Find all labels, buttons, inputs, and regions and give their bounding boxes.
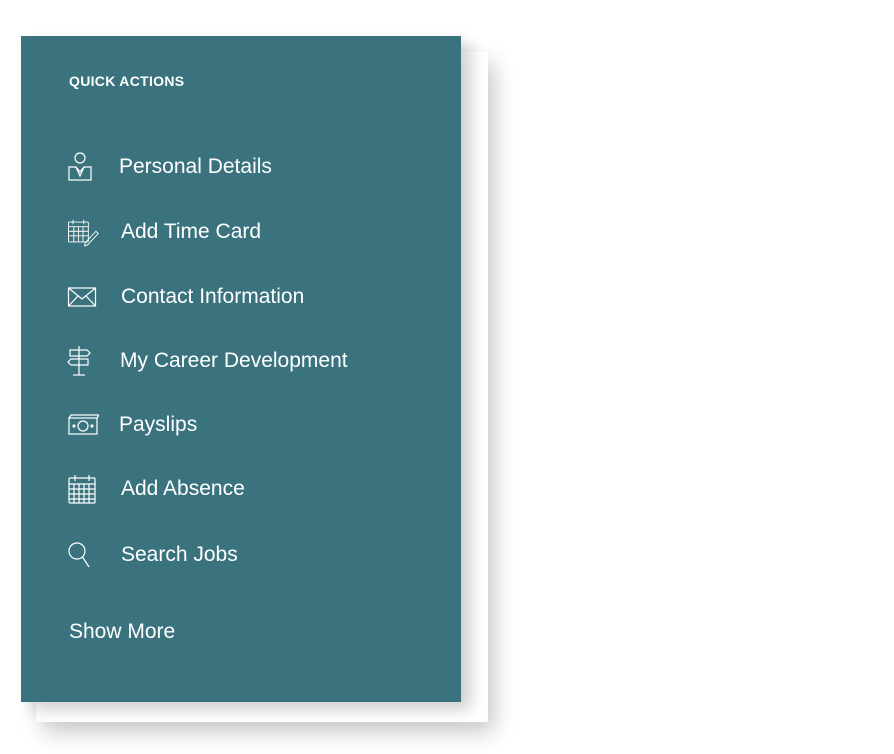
person-icon xyxy=(67,150,99,184)
banknote-icon xyxy=(67,408,99,442)
panel-title: QUICK ACTIONS xyxy=(69,73,185,89)
action-label: Search Jobs xyxy=(121,543,238,566)
search-icon xyxy=(67,538,99,572)
page: QUICK ACTIONS Personal Details Add Time … xyxy=(0,0,894,754)
action-label: Add Time Card xyxy=(121,220,262,243)
action-label: My Career Development xyxy=(120,349,348,372)
quick-actions-panel: QUICK ACTIONS Personal Details Add Time … xyxy=(21,36,461,702)
action-label: Personal Details xyxy=(119,155,272,178)
calendar-icon xyxy=(67,472,99,506)
action-add-time-card[interactable]: Add Time Card xyxy=(67,212,261,252)
action-my-career-development[interactable]: My Career Development xyxy=(67,341,348,381)
calendar-pen-icon xyxy=(67,215,99,249)
show-more-link[interactable]: Show More xyxy=(69,620,175,644)
action-label: Payslips xyxy=(119,413,198,436)
action-payslips[interactable]: Payslips xyxy=(67,405,197,445)
action-contact-information[interactable]: Contact Information xyxy=(67,277,304,317)
action-label: Contact Information xyxy=(121,285,305,308)
action-personal-details[interactable]: Personal Details xyxy=(67,147,272,187)
signpost-icon xyxy=(67,344,99,378)
action-add-absence[interactable]: Add Absence xyxy=(67,469,245,509)
envelope-icon xyxy=(67,280,99,314)
action-label: Add Absence xyxy=(121,477,245,500)
action-search-jobs[interactable]: Search Jobs xyxy=(67,535,238,575)
